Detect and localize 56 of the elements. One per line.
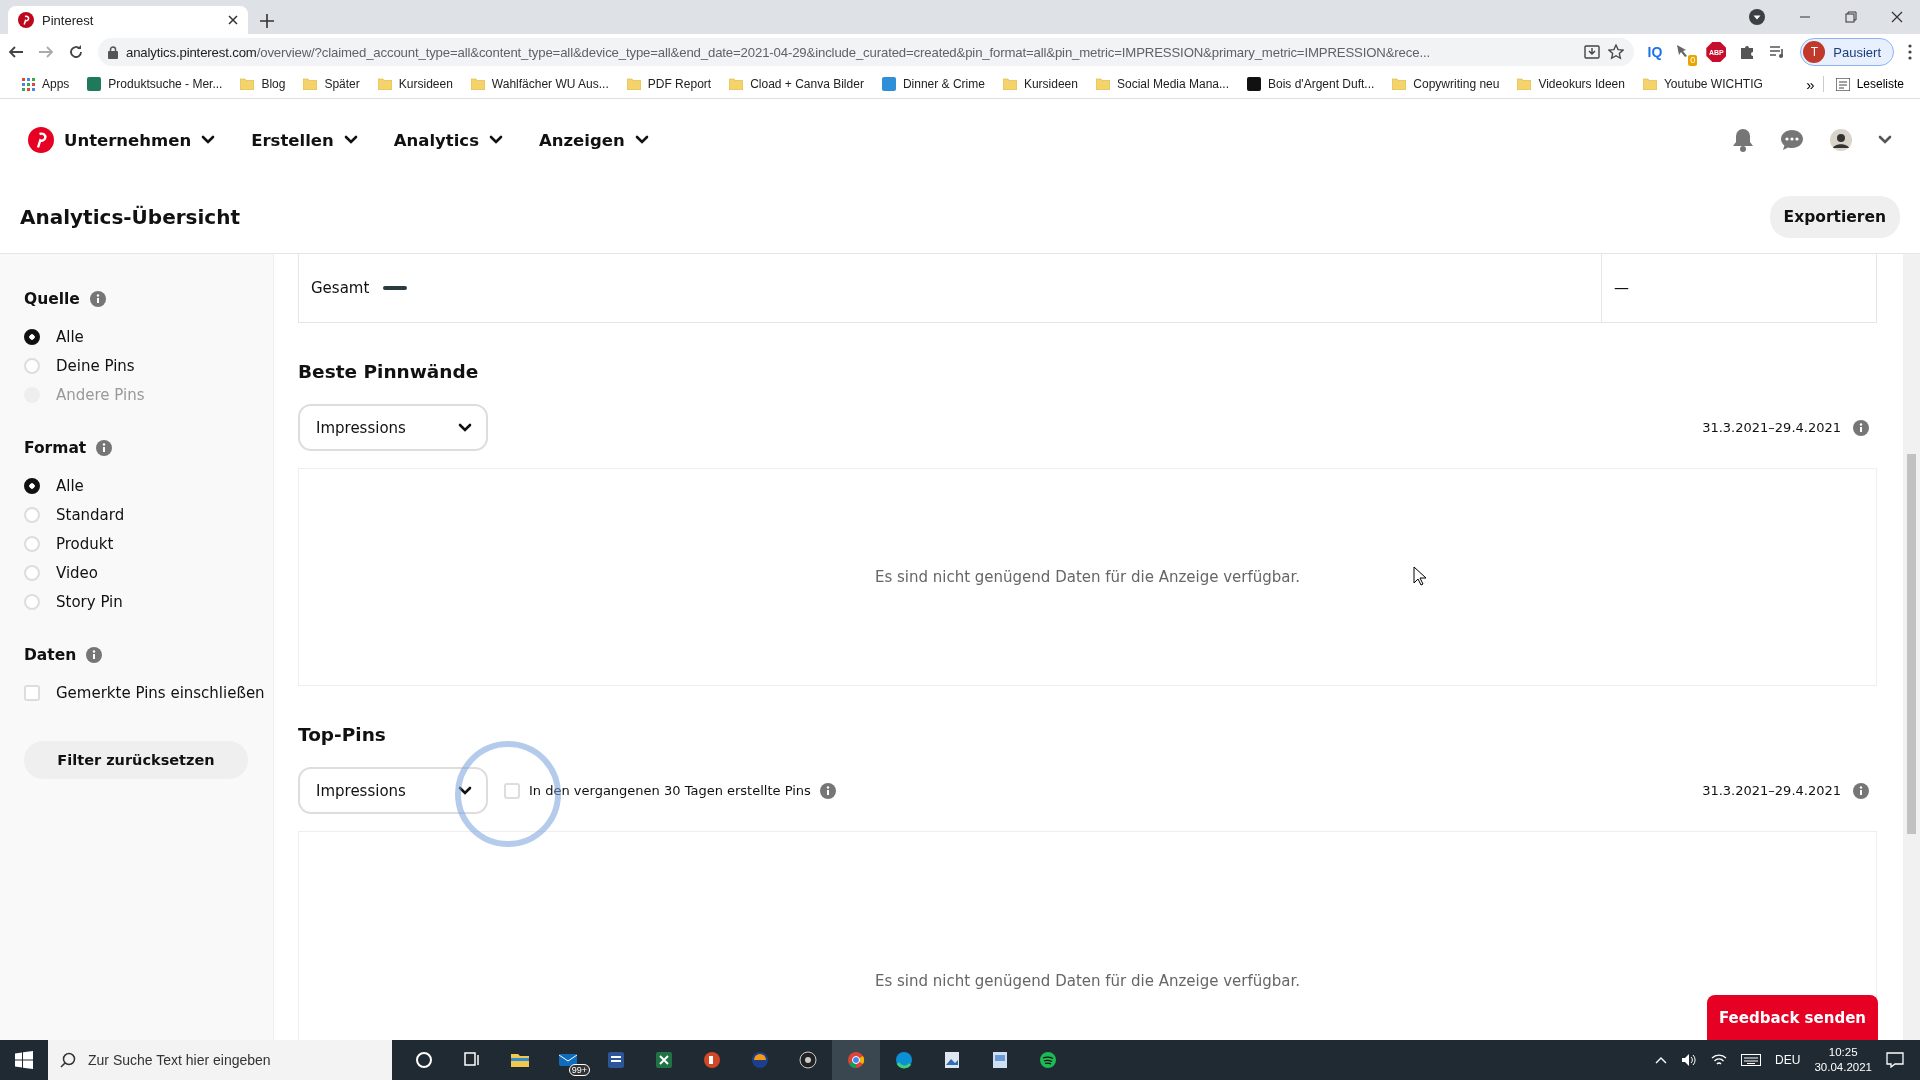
reset-filter-button[interactable]: Filter zurücksetzen — [24, 741, 248, 779]
filter-heading: Quelle — [24, 290, 80, 308]
bookmark[interactable]: Apps — [14, 77, 78, 91]
page-title: Analytics-Übersicht — [20, 205, 240, 229]
section-title: Top-Pins — [298, 723, 387, 747]
radio-option[interactable]: Alle — [24, 322, 84, 351]
browser-tab[interactable]: Pinterest — [8, 6, 248, 34]
radio-option[interactable]: Produkt — [24, 529, 114, 558]
reading-list-button[interactable]: Leseliste — [1822, 76, 1910, 92]
nav-menu-button[interactable]: Anzeigen — [538, 130, 649, 150]
radio-option[interactable]: Standard — [24, 500, 125, 529]
bookmark[interactable]: PDF Report — [618, 77, 720, 91]
bookmark[interactable]: Kursideen — [369, 77, 461, 91]
radio-option[interactable]: Alle — [24, 471, 84, 500]
bookmark[interactable]: Cload + Canva Bilder — [721, 77, 872, 91]
bookmark[interactable]: Wahlfächer WU Aus... — [462, 77, 617, 91]
bookmark[interactable]: Dinner & Crime — [873, 77, 993, 91]
url-text: analytics.pinterest.com/overview/?claimed_account_type=all&content_type=all&device_type=all&end_date=2021-04-29&include_curated=created&pin_format=all&pin_metric=IMPRESSION&primary_metric=IMPRESSION&rece... — [126, 44, 1431, 60]
checkbox-option[interactable]: In den vergangenen 30 Tagen erstellte Pins — [504, 782, 836, 799]
row-label: Gesamt — [311, 279, 370, 297]
bookmark[interactable]: Social Media Mana... — [1087, 77, 1237, 91]
nav-menu-button[interactable]: Analytics — [393, 130, 503, 150]
bookmark[interactable]: Blog — [232, 77, 294, 91]
bookmark[interactable]: Videokurs Ideen — [1509, 77, 1633, 91]
empty-message: Es sind nicht genügend Daten für die Anzeige verfügbar. — [874, 972, 1301, 990]
feedback-button[interactable]: Feedback senden — [1706, 995, 1878, 1040]
radio-option[interactable]: Story Pin — [24, 587, 123, 616]
filter-heading: Format — [24, 439, 87, 457]
extension-button[interactable]: IQ — [1647, 44, 1663, 60]
nav-menu-button[interactable]: Erstellen — [251, 130, 358, 150]
bookmark[interactable]: Copywriting neu — [1384, 77, 1508, 91]
radio-option[interactable]: Video — [24, 558, 99, 587]
date-range: 31.3.2021–29.4.2021 — [1702, 420, 1841, 435]
table-cell-text: — — [1613, 278, 1630, 299]
nav-menu-button[interactable]: Unternehmen — [28, 127, 216, 153]
bookmark[interactable]: Produktsuche - Mer... — [79, 77, 231, 91]
filter-heading: Daten — [24, 646, 77, 664]
bookmark[interactable]: Bois d'Argent Duft... — [1239, 77, 1383, 91]
metric-dropdown[interactable]: Impressions — [298, 404, 488, 451]
radio-option[interactable]: Deine Pins — [24, 351, 135, 380]
more-bookmarks-button[interactable]: » — [1800, 74, 1821, 94]
metric-dropdown[interactable]: Impressions — [298, 767, 488, 814]
empty-message: Es sind nicht genügend Daten für die Anzeige verfügbar. — [874, 568, 1301, 586]
bookmark[interactable]: Später — [295, 77, 368, 91]
taskbar-search-field[interactable]: Zur Suche Text hier eingeben — [48, 1040, 392, 1080]
bookmark[interactable]: Kursideen — [994, 77, 1086, 91]
section-title: Beste Pinnwände — [298, 360, 480, 384]
clock[interactable]: 10:25 30.04.2021 — [1814, 1045, 1872, 1075]
export-button[interactable]: Exportieren — [1769, 196, 1900, 238]
date-range: 31.3.2021–29.4.2021 — [1702, 783, 1841, 798]
notification-badge: 99+ — [568, 1064, 590, 1076]
bookmark[interactable]: Youtube WICHTIG — [1634, 77, 1771, 91]
extension-badge: 0 — [1688, 55, 1698, 66]
profile-button[interactable]: T Pausiert — [1800, 38, 1894, 66]
checkbox-option[interactable]: Gemerkte Pins einschließen — [24, 678, 265, 707]
input-language[interactable]: DEU — [1775, 1053, 1801, 1067]
